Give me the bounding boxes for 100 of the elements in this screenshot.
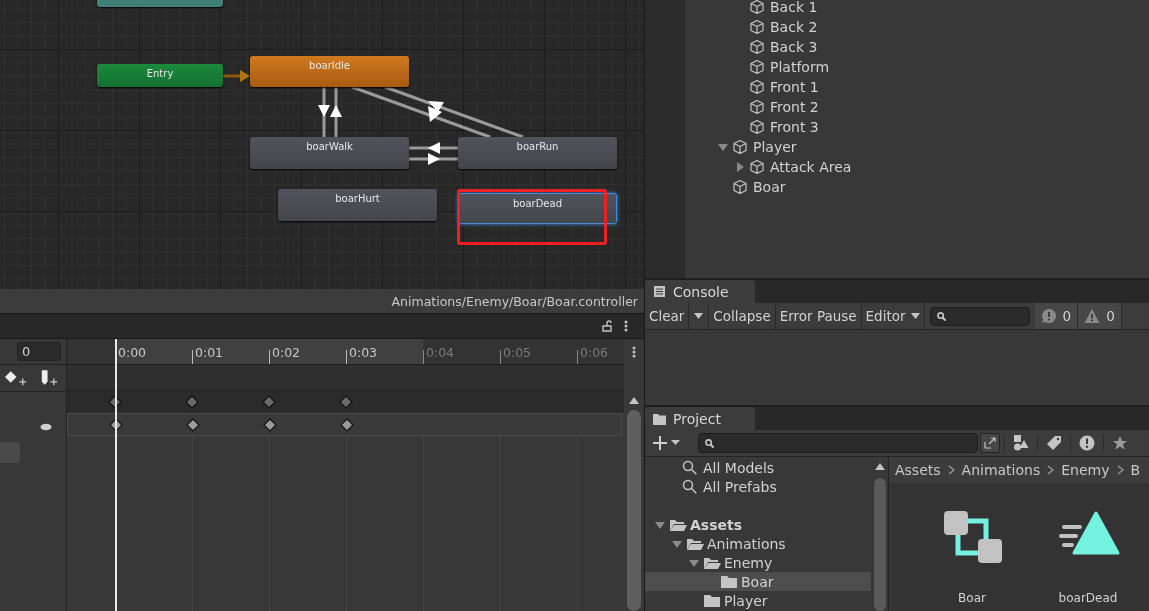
state-node[interactable]: boarRun bbox=[458, 137, 617, 169]
project-tab[interactable]: Project bbox=[645, 407, 755, 430]
search-field[interactable] bbox=[929, 306, 1030, 326]
controller-path: Animations/Enemy/Boar/Boar.controller bbox=[391, 293, 638, 309]
transition-arrow[interactable] bbox=[351, 85, 491, 139]
open-folder-icon bbox=[703, 555, 721, 570]
cube-icon bbox=[749, 59, 765, 75]
search-field[interactable] bbox=[698, 433, 978, 453]
expand-icon[interactable] bbox=[980, 433, 1000, 453]
search-icon bbox=[936, 311, 946, 321]
property-track[interactable] bbox=[67, 413, 622, 436]
search-icon bbox=[705, 438, 714, 448]
state-node[interactable]: boarHurt bbox=[278, 189, 437, 221]
more-options-icon[interactable] bbox=[624, 320, 628, 332]
hierarchy-item[interactable]: Back 3 bbox=[770, 39, 818, 55]
more-options-icon[interactable] bbox=[632, 346, 636, 358]
caret-icon bbox=[910, 313, 920, 319]
lock-icon[interactable] bbox=[601, 320, 613, 332]
transition-arrow[interactable] bbox=[409, 153, 458, 165]
favorite-item[interactable]: All Models bbox=[703, 459, 775, 476]
keyframe-icon[interactable] bbox=[186, 418, 200, 432]
cube-icon bbox=[749, 159, 765, 175]
hierarchy-item[interactable]: Boar bbox=[753, 179, 786, 195]
cube-icon bbox=[749, 119, 765, 135]
hierarchy-item[interactable]: Platform bbox=[770, 59, 830, 75]
breadcrumb-item[interactable]: B bbox=[1130, 462, 1141, 478]
folder-icon bbox=[653, 412, 666, 425]
toggle-button[interactable]: Collapse bbox=[709, 303, 776, 329]
time-label: 0:03 bbox=[349, 345, 378, 360]
hierarchy-item[interactable]: Back 2 bbox=[770, 19, 818, 35]
hierarchy-item[interactable]: Front 3 bbox=[770, 119, 819, 135]
transition-arrow[interactable] bbox=[409, 142, 458, 154]
keyframe-icon[interactable] bbox=[263, 418, 277, 432]
toggle-button[interactable]: Error Pause bbox=[775, 303, 862, 329]
hierarchy-item[interactable]: Player bbox=[753, 139, 797, 155]
list-icon bbox=[653, 285, 666, 298]
summary-track[interactable] bbox=[67, 391, 624, 413]
asset-label[interactable]: boarDead bbox=[1058, 591, 1118, 605]
tab-label: Project bbox=[673, 410, 721, 427]
time-label: 0:02 bbox=[272, 345, 301, 360]
folder-icon bbox=[703, 593, 721, 608]
expanded-arrow-icon[interactable] bbox=[672, 538, 682, 549]
folder-row[interactable]: Assets bbox=[645, 515, 871, 534]
state-node[interactable]: boarDead bbox=[458, 193, 617, 224]
caret-icon bbox=[694, 313, 704, 319]
open-folder-icon bbox=[669, 517, 687, 532]
hierarchy-item[interactable]: Front 1 bbox=[770, 79, 819, 95]
add-keyframe-icon[interactable] bbox=[4, 368, 29, 388]
scrollbar-thumb[interactable] bbox=[873, 478, 886, 611]
event-track[interactable] bbox=[67, 365, 624, 391]
cube-icon bbox=[749, 99, 765, 115]
scroll-up-icon[interactable] bbox=[874, 463, 885, 470]
transition-arrow[interactable] bbox=[384, 85, 524, 139]
time-label: 0:00 bbox=[118, 345, 147, 360]
folder-label: Animations bbox=[707, 535, 786, 552]
hierarchy-item[interactable]: Attack Area bbox=[770, 159, 852, 175]
folder-row[interactable]: Player bbox=[645, 591, 871, 610]
expanded-arrow-icon[interactable] bbox=[655, 519, 665, 530]
asset-label[interactable]: Boar bbox=[958, 591, 986, 605]
scroll-up-icon[interactable] bbox=[629, 397, 639, 404]
keyframe-icon[interactable] bbox=[340, 418, 354, 432]
transition-arrow[interactable] bbox=[318, 87, 330, 137]
count-toggle[interactable]: 0 bbox=[1078, 303, 1122, 329]
transition-arrow[interactable] bbox=[330, 87, 342, 137]
time-label: 0:05 bbox=[503, 345, 532, 360]
hierarchy-item[interactable]: Front 2 bbox=[770, 99, 819, 115]
state-node[interactable]: boarWalk bbox=[250, 137, 409, 169]
folder-icon bbox=[720, 574, 738, 589]
chevron-icon bbox=[947, 465, 955, 475]
search-icon bbox=[682, 479, 697, 494]
collapsed-arrow-icon[interactable] bbox=[735, 162, 745, 172]
folder-row[interactable]: Animations bbox=[645, 534, 871, 553]
folder-label: Assets bbox=[690, 516, 743, 533]
favorite-item[interactable]: All Prefabs bbox=[703, 478, 777, 495]
cube-icon bbox=[732, 179, 748, 195]
hierarchy-item[interactable]: Back 1 bbox=[770, 0, 818, 15]
time-field[interactable]: 0 bbox=[17, 342, 61, 361]
search-icon bbox=[682, 460, 697, 475]
console-tab[interactable]: Console bbox=[645, 280, 755, 303]
time-ruler[interactable]: 0:00 0:01 0:02 0:03 0:04 0:05 0:06 bbox=[67, 339, 624, 365]
cube-icon bbox=[732, 139, 748, 155]
cube-icon bbox=[749, 79, 765, 95]
breadcrumb-item[interactable]: Enemy bbox=[1061, 462, 1110, 478]
scrollbar-thumb[interactable] bbox=[627, 410, 641, 611]
folder-row[interactable]: Boar bbox=[645, 572, 871, 591]
state-node[interactable]: Entry bbox=[97, 64, 223, 87]
expanded-arrow-icon[interactable] bbox=[718, 142, 728, 152]
clear-button[interactable]: Clear bbox=[645, 303, 690, 329]
time-label: 0:04 bbox=[426, 345, 455, 360]
cube-icon bbox=[749, 0, 765, 15]
folder-row[interactable]: Enemy bbox=[645, 553, 871, 572]
breadcrumb-item[interactable]: Assets bbox=[895, 462, 941, 478]
expanded-arrow-icon[interactable] bbox=[689, 557, 699, 568]
breadcrumb-item[interactable]: Animations bbox=[961, 462, 1041, 478]
folder-label: Boar bbox=[741, 573, 774, 590]
chevron-icon bbox=[1047, 465, 1055, 475]
dropdown-button[interactable]: Editor bbox=[861, 303, 925, 329]
cube-icon bbox=[749, 19, 765, 35]
property-dot-icon bbox=[40, 422, 52, 431]
count-toggle[interactable]: 0 bbox=[1034, 303, 1079, 329]
